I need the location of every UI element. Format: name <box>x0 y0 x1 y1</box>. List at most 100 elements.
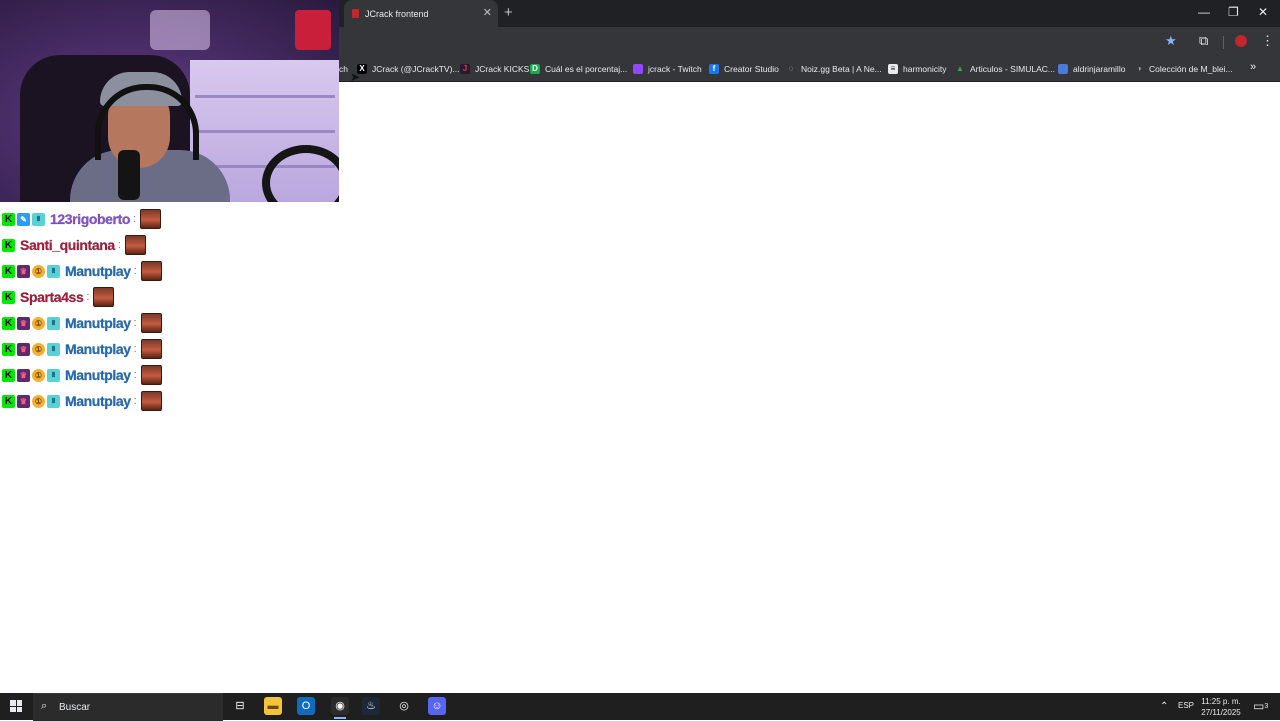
chat-separator: : <box>86 291 90 303</box>
chat-separator: : <box>133 395 137 407</box>
chat-separator: : <box>117 239 121 251</box>
bookmark-item[interactable]: ch <box>339 62 348 76</box>
emote-icon <box>140 339 162 359</box>
rank-badge-icon: Ⅱ <box>47 342 60 356</box>
emote-icon <box>140 313 162 333</box>
bookmark-item[interactable]: ▲ Articulos - SIMULAC... <box>955 62 1055 76</box>
chat-username[interactable]: Santi_quintana <box>20 237 116 253</box>
chat-separator: : <box>133 343 137 355</box>
emote-icon <box>140 209 162 229</box>
kick-badge-icon: K <box>2 368 15 382</box>
sub-badge-icon: ♛ <box>17 342 30 356</box>
green-doc-icon: D <box>530 64 540 74</box>
neon-light <box>150 10 210 50</box>
notification-icon[interactable]: ▭3 <box>1253 699 1268 713</box>
language-indicator[interactable]: ESP <box>1178 701 1194 710</box>
extensions-icon[interactable]: ⧉ <box>1199 33 1208 49</box>
facebook-icon: f <box>709 64 719 74</box>
bookmark-item[interactable]: aldrinjaramillo <box>1058 62 1125 76</box>
file-explorer-icon[interactable]: ▬ <box>264 697 282 715</box>
coin-badge-icon: ① <box>32 342 45 356</box>
emote-icon <box>140 365 162 385</box>
microphone <box>118 150 140 200</box>
bookmark-item[interactable]: ≡ harmonicity <box>888 62 946 76</box>
system-clock[interactable]: 11:25 p. m. 27/11/2025 <box>1198 696 1244 718</box>
chat-username[interactable]: Manutplay <box>65 393 131 409</box>
bookmark-item[interactable]: D Cuál es el porcentaj... <box>530 62 627 76</box>
kick-badge-icon: K <box>2 238 15 252</box>
sub-badge-icon: ♛ <box>17 394 30 408</box>
bookmark-item[interactable]: X JCrack (@JCrackTV)... <box>357 62 460 76</box>
tab-jcrack-frontend[interactable]: JCrack frontend ✕ <box>344 0 498 27</box>
chat-username[interactable]: 123rigoberto <box>50 211 131 227</box>
noiz-icon: ◌ <box>786 64 796 74</box>
mouse-cursor-icon: ➤ <box>350 70 361 84</box>
obs-icon[interactable]: ◎ <box>395 697 413 715</box>
coin-badge-icon: ① <box>32 264 45 278</box>
new-tab-button[interactable]: + <box>504 4 513 21</box>
bookmark-item[interactable]: jcrack - Twitch <box>633 62 702 76</box>
harmonicity-icon: ≡ <box>888 64 898 74</box>
outlook-icon[interactable]: O <box>297 697 315 715</box>
webcam-overlay <box>0 0 339 202</box>
search-placeholder: Buscar <box>59 702 91 713</box>
chat-separator: : <box>133 265 137 277</box>
bookmark-item[interactable]: J JCrack KICKS <box>460 62 529 76</box>
chat-username[interactable]: Manutplay <box>65 315 131 331</box>
bookmark-star-icon[interactable]: ★ <box>1165 33 1177 49</box>
close-window-button[interactable]: ✕ <box>1258 5 1268 19</box>
toolbar-divider <box>1223 36 1224 49</box>
chat-username[interactable]: Manutplay <box>65 341 131 357</box>
discord-icon[interactable]: ☺ <box>428 697 446 715</box>
kick-badge-icon: K <box>2 290 15 304</box>
jcrack-favicon-icon <box>352 9 359 18</box>
rank-badge-icon: Ⅱ <box>47 394 60 408</box>
coin-badge-icon: ① <box>32 394 45 408</box>
emote-icon <box>140 261 162 281</box>
globe-icon: ◑ <box>1134 64 1144 74</box>
chat-message: K ♛ ① Ⅱ Manutplay: <box>2 364 162 386</box>
chevron-up-icon[interactable]: ⌃ <box>1160 701 1168 712</box>
task-view-icon[interactable]: ⊟ <box>231 697 249 715</box>
emote-icon <box>140 391 162 411</box>
chat-message: K ♛ ① Ⅱ Manutplay: <box>2 338 162 360</box>
bookmark-item[interactable]: ◑ Colección de M_blei... <box>1134 62 1233 76</box>
chat-message: K ♛ ① Ⅱ Manutplay: <box>2 260 162 282</box>
chat-username[interactable]: Sparta4ss <box>20 289 84 305</box>
kick-badge-icon: K <box>2 316 15 330</box>
jcrack-icon: J <box>460 64 470 74</box>
rank-badge-icon: Ⅱ <box>47 316 60 330</box>
rank-badge-icon: Ⅱ <box>32 212 45 226</box>
steam-icon[interactable]: ♨ <box>362 697 380 715</box>
sub-badge-icon: ♛ <box>17 316 30 330</box>
close-tab-icon[interactable]: ✕ <box>483 6 492 19</box>
chat-username[interactable]: Manutplay <box>65 263 131 279</box>
kick-badge-icon: K <box>2 394 15 408</box>
restore-button[interactable]: ❐ <box>1228 5 1239 19</box>
kick-badge-icon: K <box>2 342 15 356</box>
chat-separator: : <box>133 213 137 225</box>
chrome-icon[interactable]: ◉ <box>331 697 349 719</box>
chat-message: K ✎ Ⅱ 123rigoberto: <box>2 208 162 230</box>
rank-badge-icon: Ⅱ <box>47 368 60 382</box>
chat-message: K ♛ ① Ⅱ Manutplay: <box>2 312 162 334</box>
rank-badge-icon: Ⅱ <box>47 264 60 278</box>
bookmark-item[interactable]: f Creator Studio <box>709 62 779 76</box>
taskbar-search[interactable]: ⌕ Buscar <box>33 693 223 721</box>
chat-separator: : <box>133 317 137 329</box>
chat-username[interactable]: Manutplay <box>65 367 131 383</box>
sub-badge-icon: ♛ <box>17 264 30 278</box>
more-bookmarks-icon[interactable]: » <box>1250 61 1256 73</box>
notification-count: 3 <box>1264 703 1269 710</box>
minimize-button[interactable]: — <box>1198 5 1210 19</box>
bookmark-item[interactable]: ◌ Noiz.gg Beta | A Ne... <box>786 62 882 76</box>
menu-icon[interactable]: ⋮ <box>1261 33 1274 49</box>
mod-badge-icon: ✎ <box>17 212 30 226</box>
calendar-icon <box>1058 64 1068 74</box>
chat-separator: : <box>133 369 137 381</box>
profile-icon[interactable] <box>1235 35 1247 47</box>
coin-badge-icon: ① <box>32 316 45 330</box>
emote-icon <box>93 287 115 307</box>
twitch-icon <box>633 64 643 74</box>
windows-start-icon[interactable] <box>10 700 22 712</box>
